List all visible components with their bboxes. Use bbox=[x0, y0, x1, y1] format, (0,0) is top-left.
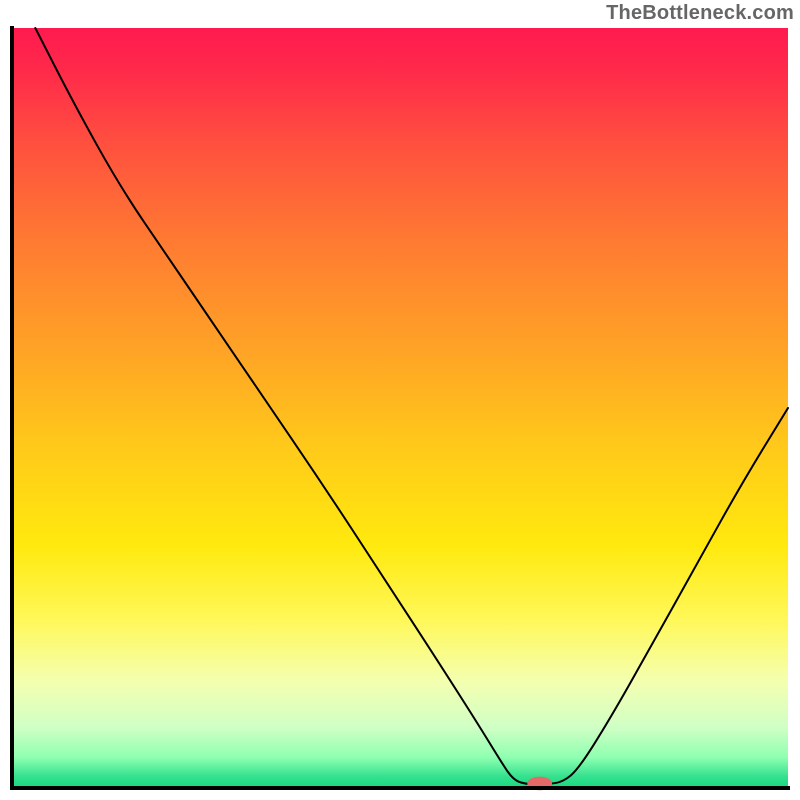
watermark-text: TheBottleneck.com bbox=[606, 2, 794, 25]
bottleneck-chart bbox=[0, 0, 800, 800]
chart-container: { "watermark": "TheBottleneck.com", "cha… bbox=[0, 0, 800, 800]
